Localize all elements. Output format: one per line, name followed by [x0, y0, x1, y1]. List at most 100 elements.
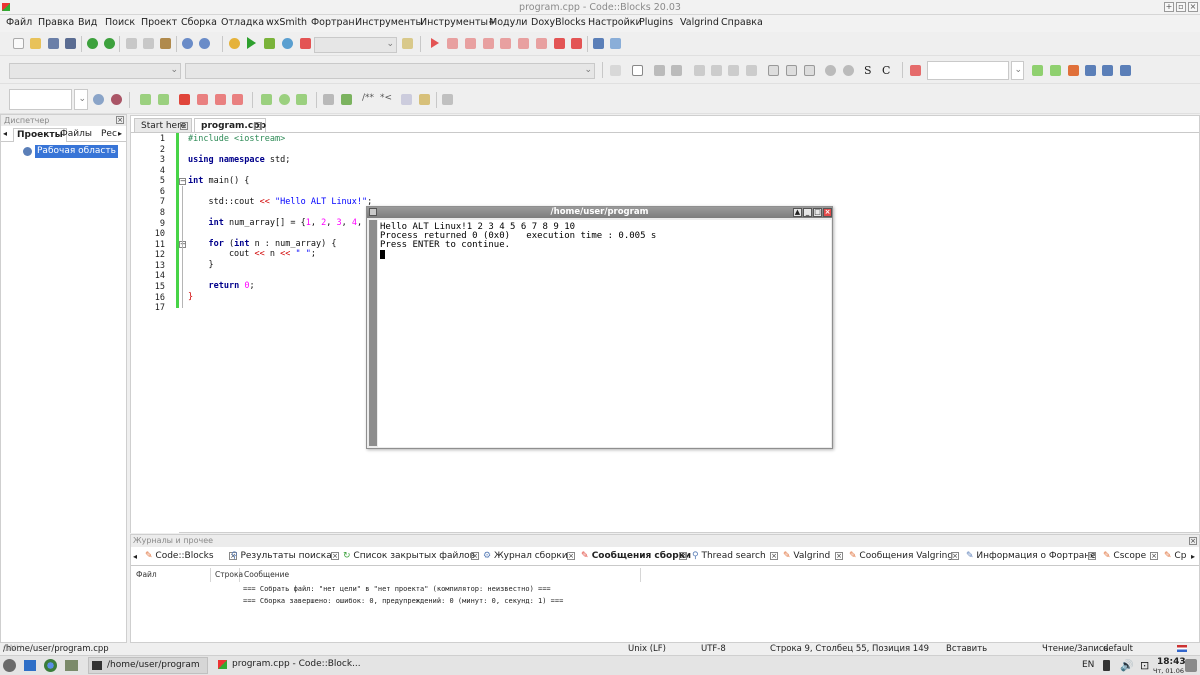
save-icon[interactable]: [48, 38, 59, 49]
menu-search[interactable]: Поиск: [105, 17, 135, 28]
menu-plugins-ru[interactable]: Модули: [489, 17, 527, 28]
pause-icon[interactable]: [554, 38, 565, 49]
terminal-menu-icon[interactable]: [369, 208, 377, 216]
start-menu-icon[interactable]: [3, 659, 16, 672]
open-file-icon[interactable]: [30, 38, 41, 49]
close-icon[interactable]: ×: [116, 116, 124, 124]
bitmap-icon[interactable]: [671, 65, 682, 76]
menu-valgrind[interactable]: Valgrind: [680, 17, 719, 28]
case-icon[interactable]: [1102, 65, 1113, 76]
bookmark-next-icon[interactable]: [215, 94, 226, 105]
build-gear-icon[interactable]: [229, 38, 240, 49]
menu-fortran[interactable]: Фортран: [311, 17, 355, 28]
log-tab-build-log[interactable]: ⚙ Журнал сборки ×: [483, 550, 575, 563]
menu-view[interactable]: Вид: [78, 17, 97, 28]
rebuild-icon[interactable]: [282, 38, 293, 49]
tab-program-cpp[interactable]: program.cpp ×: [194, 118, 266, 133]
find-history-select[interactable]: ⌄: [74, 89, 88, 110]
menu-wxsmith[interactable]: wxSmith: [266, 17, 307, 28]
tab-scroll-right-icon[interactable]: ▸: [1191, 552, 1195, 561]
build-run-icon[interactable]: [264, 38, 275, 49]
close-tab-icon[interactable]: ×: [1150, 552, 1158, 560]
c-tool-icon[interactable]: C: [882, 64, 890, 77]
line-comment-icon[interactable]: *<: [380, 93, 392, 103]
debug-windows-icon[interactable]: [593, 38, 604, 49]
target-options-icon[interactable]: [402, 38, 413, 49]
widget-2-icon[interactable]: [711, 65, 722, 76]
find-settings-icon[interactable]: [111, 94, 122, 105]
find-next-icon[interactable]: [93, 94, 104, 105]
widget-3-icon[interactable]: [728, 65, 739, 76]
tab-files[interactable]: Файлы: [60, 129, 92, 139]
clock-date[interactable]: Чт, 01.06: [1153, 667, 1184, 675]
next-change-icon[interactable]: [296, 94, 307, 105]
log-tab-build-messages[interactable]: ✎ Сообщения сборки ×: [581, 550, 691, 563]
doxy-chm-icon[interactable]: [419, 94, 430, 105]
close-button[interactable]: ×: [1188, 2, 1198, 12]
log-message-row[interactable]: === Собрать файл: "нет цели" в "нет прое…: [243, 585, 551, 593]
close-tab-icon[interactable]: ×: [951, 552, 959, 560]
change-marker-icon[interactable]: [279, 94, 290, 105]
keyboard-layout[interactable]: EN: [1082, 660, 1094, 670]
copy-icon[interactable]: [143, 38, 154, 49]
menu-plugins[interactable]: Plugins: [639, 17, 673, 28]
column-message[interactable]: Сообщение: [241, 568, 641, 582]
log-tab-closed-files[interactable]: ↻ Список закрытых файлов ×: [343, 550, 479, 563]
pointer-icon[interactable]: [610, 65, 621, 76]
close-tab-icon[interactable]: ×: [835, 552, 843, 560]
doxy-html-icon[interactable]: [401, 94, 412, 105]
step-instruction-icon[interactable]: [536, 38, 547, 49]
widget-5-icon[interactable]: [768, 65, 779, 76]
doxy-wizard-icon[interactable]: [323, 94, 334, 105]
clear-search-icon[interactable]: [910, 65, 921, 76]
prev-change-icon[interactable]: [261, 94, 272, 105]
terminal-minimize-button[interactable]: _: [803, 208, 812, 217]
tab-resources[interactable]: Рес: [101, 129, 117, 139]
new-file-icon[interactable]: [13, 38, 24, 49]
menu-help[interactable]: Справка: [721, 17, 763, 28]
tab-start-here[interactable]: Start here ×: [134, 118, 192, 133]
network-icon[interactable]: ⊡: [1140, 659, 1149, 672]
menu-doxyblocks[interactable]: DoxyBlocks: [531, 17, 586, 28]
bookmark-prev-icon[interactable]: [197, 94, 208, 105]
log-tab-cp[interactable]: ✎ Cp: [1164, 550, 1192, 563]
log-tab-search-results[interactable]: ⚲ Результаты поиска ×: [231, 550, 339, 563]
notifications-icon[interactable]: [1185, 659, 1197, 672]
widget-7-icon[interactable]: [804, 65, 815, 76]
log-tab-cscope[interactable]: ✎ Cscope ×: [1103, 550, 1158, 563]
terminal-titlebar[interactable]: /home/user/program ▲ _ □ ×: [367, 207, 832, 218]
close-tab-icon[interactable]: ×: [567, 552, 575, 560]
log-tab-valgrind-messages[interactable]: ✎ Сообщения Valgring ×: [849, 550, 959, 563]
doxy-extract-icon[interactable]: [341, 94, 352, 105]
terminal-up-icon[interactable]: ▲: [793, 208, 802, 217]
highlight-icon[interactable]: [1068, 65, 1079, 76]
step-into-icon[interactable]: [483, 38, 494, 49]
terminal-scrollbar[interactable]: [369, 220, 377, 446]
abort-icon[interactable]: [300, 38, 311, 49]
tab-scroll-right-icon[interactable]: ▸: [118, 129, 122, 138]
tab-scroll-left-icon[interactable]: ◂: [133, 552, 137, 561]
close-tab-icon[interactable]: ×: [1088, 552, 1096, 560]
log-tab-fortran-info[interactable]: ✎ Информация о Фортране ×: [966, 550, 1096, 563]
regex-icon[interactable]: [1120, 65, 1131, 76]
function-select[interactable]: ⌄: [185, 63, 595, 79]
panel-icon[interactable]: [632, 65, 643, 76]
jump-back-icon[interactable]: [140, 94, 151, 105]
stop-debug-icon[interactable]: [571, 38, 582, 49]
log-tab-thread-search[interactable]: ⚲ Thread search ×: [692, 550, 778, 563]
find-text-input[interactable]: [9, 89, 72, 110]
menu-project[interactable]: Проект: [141, 17, 177, 28]
close-tab-icon[interactable]: ×: [471, 552, 479, 560]
wrench-icon[interactable]: [442, 94, 453, 105]
log-message-row[interactable]: === Сборка завершено: ошибок: 0, предупр…: [243, 597, 563, 605]
arrow-left-icon[interactable]: [1032, 65, 1043, 76]
scope-select[interactable]: ⌄: [9, 63, 181, 79]
column-file[interactable]: Файл: [133, 568, 211, 582]
bookmark-toggle-icon[interactable]: [179, 94, 190, 105]
menu-file[interactable]: Файл: [6, 17, 32, 28]
widget-4-icon[interactable]: [746, 65, 757, 76]
menu-settings[interactable]: Настройки: [588, 17, 642, 28]
debug-run-icon[interactable]: [431, 38, 439, 48]
paste-icon[interactable]: [160, 38, 171, 49]
run-icon[interactable]: [247, 37, 256, 49]
